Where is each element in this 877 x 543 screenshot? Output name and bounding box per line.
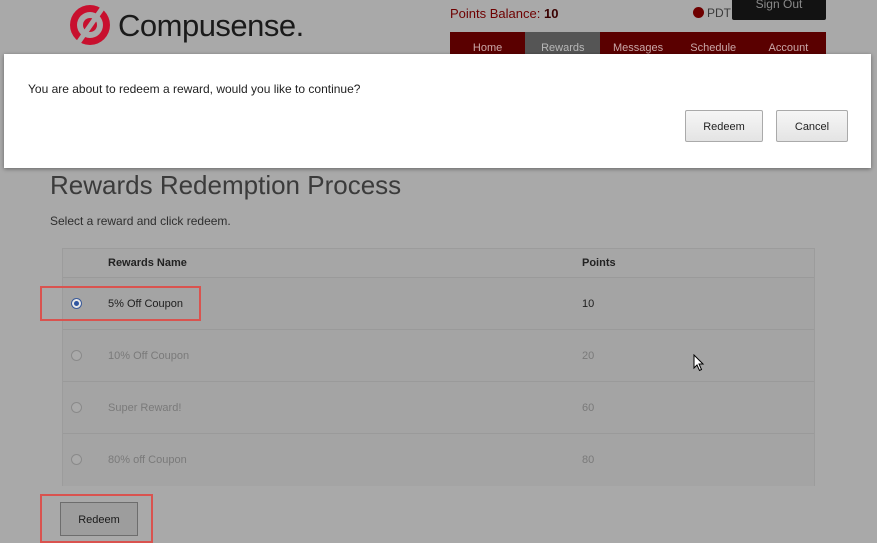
brand-name: Compusense.: [118, 8, 304, 43]
redeem-button-highlight: [40, 494, 153, 543]
nav-account[interactable]: Account: [751, 32, 826, 55]
reward-name: 80% off Coupon: [108, 454, 187, 466]
mouse-cursor-icon: [693, 354, 705, 372]
page-subtitle: Select a reward and click redeem.: [50, 214, 231, 228]
nav-rewards[interactable]: Rewards: [525, 32, 601, 55]
reward-points: 20: [582, 350, 595, 362]
points-balance: Points Balance: 10: [450, 6, 558, 21]
globe-icon: [693, 7, 704, 18]
timezone-label: PDT: [707, 6, 731, 20]
table-row[interactable]: 80% off Coupon 80: [63, 433, 814, 486]
page-title: Rewards Redemption Process: [50, 170, 402, 200]
dialog-redeem-button[interactable]: Redeem: [685, 110, 763, 142]
nav-schedule[interactable]: Schedule: [676, 32, 751, 55]
table-row[interactable]: Super Reward! 60: [63, 381, 814, 434]
column-points: Points: [582, 257, 616, 269]
timezone[interactable]: PDT: [693, 6, 731, 20]
reward-radio[interactable]: [71, 454, 82, 465]
dialog-message: You are about to redeem a reward, would …: [28, 82, 361, 96]
reward-points: 60: [582, 402, 595, 414]
reward-points: 10: [582, 298, 595, 310]
reward-points: 80: [582, 454, 595, 466]
reward-name: Super Reward!: [108, 402, 182, 414]
compusense-logo[interactable]: Compusense.: [68, 0, 304, 52]
reward-radio[interactable]: [71, 402, 82, 413]
compusense-logo-icon: [70, 3, 110, 48]
column-rewards-name: Rewards Name: [108, 257, 187, 269]
points-label: Points Balance:: [450, 6, 541, 21]
reward-name: 10% Off Coupon: [108, 350, 190, 362]
dialog-cancel-button[interactable]: Cancel: [776, 110, 848, 142]
reward-radio[interactable]: [71, 350, 82, 361]
confirm-redeem-dialog: You are about to redeem a reward, would …: [4, 54, 871, 168]
nav-messages[interactable]: Messages: [600, 32, 675, 55]
selected-reward-highlight: [40, 286, 201, 321]
main-nav: Home Rewards Messages Schedule Account: [450, 32, 826, 55]
table-header: Rewards Name Points: [63, 249, 814, 277]
sign-out-button[interactable]: Sign Out: [732, 0, 826, 20]
nav-home[interactable]: Home: [450, 32, 525, 55]
header: Compusense. Points Balance: 10 PDT Sign …: [0, 0, 877, 55]
points-value: 10: [543, 6, 559, 21]
